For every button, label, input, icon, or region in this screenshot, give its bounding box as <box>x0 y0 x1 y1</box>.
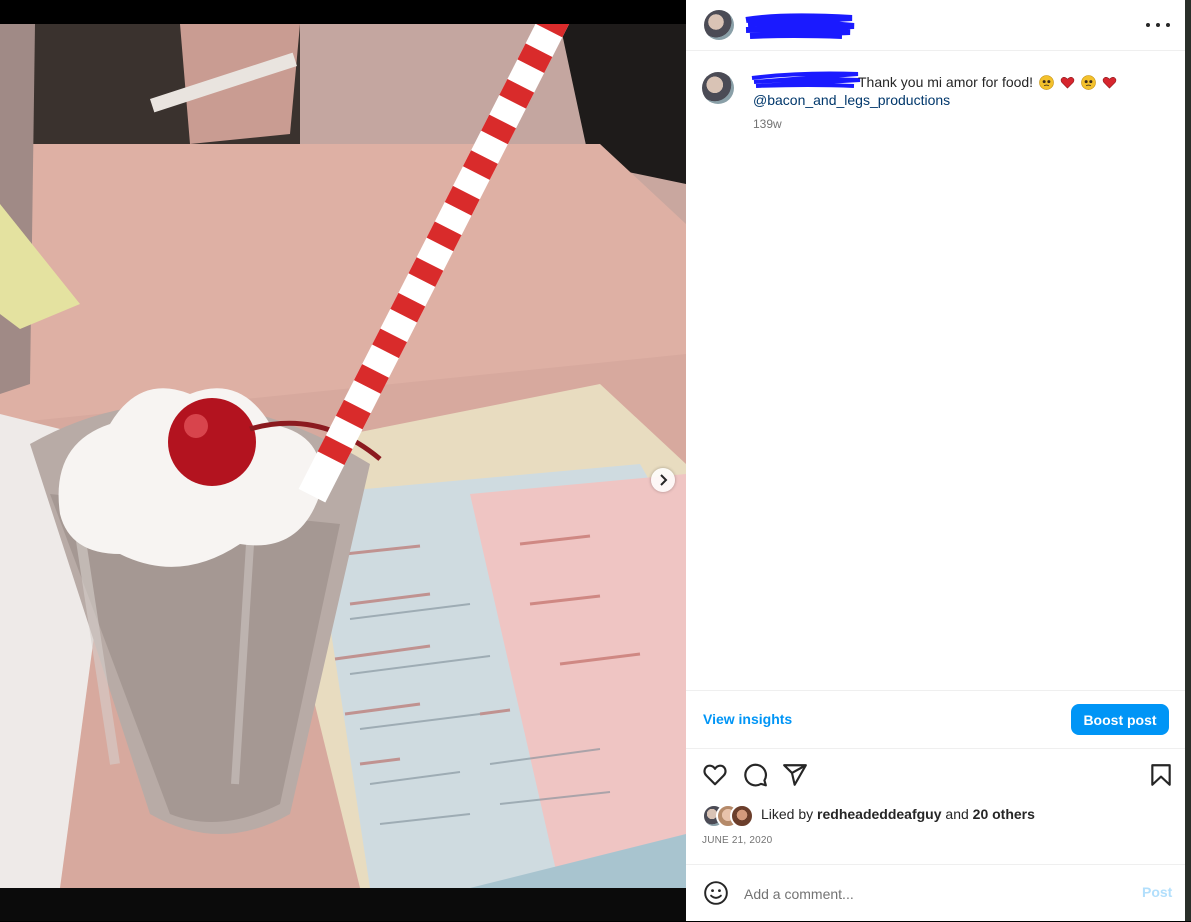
comment-icon[interactable] <box>742 762 768 788</box>
comment-bar: Post <box>686 864 1185 922</box>
insights-bar: View insights Boost post <box>686 690 1185 749</box>
liked-by-user-link[interactable]: redheadeddeafguy <box>817 806 941 822</box>
overlay-top-bar <box>0 0 686 24</box>
post-details-panel: Thank you mi amor for food! @bacon_and_l… <box>686 0 1185 921</box>
post-photo <box>0 24 686 888</box>
caption-text: Thank you mi amor for food! <box>858 74 1117 90</box>
view-insights-link[interactable]: View insights <box>703 711 792 727</box>
liked-by-avatars <box>702 802 756 828</box>
background-edge <box>1185 0 1191 921</box>
pleading-face-emoji-icon <box>1039 75 1054 90</box>
avatar[interactable] <box>730 804 754 828</box>
mention-link[interactable]: @bacon_and_legs_productions <box>753 92 950 108</box>
post-comment-button[interactable]: Post <box>1142 884 1172 900</box>
likes-middle: and <box>941 806 973 822</box>
redaction-scribble <box>745 13 855 39</box>
emoji-smile-icon[interactable] <box>703 880 729 906</box>
redaction-scribble <box>751 71 861 88</box>
next-photo-button[interactable] <box>651 468 675 492</box>
likes-summary: Liked by redheadeddeafguy and 20 others <box>702 802 1172 828</box>
send-icon[interactable] <box>782 762 808 788</box>
milkshake-image <box>0 24 686 888</box>
boost-post-button[interactable]: Boost post <box>1071 704 1169 735</box>
post-header <box>686 0 1185 51</box>
pleading-face-emoji-icon <box>1080 75 1096 90</box>
caption-message: Thank you mi amor for food! <box>858 74 1034 90</box>
heart-icon[interactable] <box>702 762 728 788</box>
post-date: JUNE 21, 2020 <box>702 835 773 846</box>
post-time-ago[interactable]: 139w <box>753 117 782 131</box>
chevron-right-icon <box>660 474 668 486</box>
post-actions <box>686 758 1185 790</box>
likes-others-link[interactable]: 20 others <box>973 806 1035 822</box>
bookmark-icon[interactable] <box>1148 762 1174 788</box>
likes-prefix: Liked by <box>761 806 818 822</box>
caption-author-avatar[interactable] <box>702 72 734 104</box>
author-avatar[interactable] <box>704 10 734 40</box>
likes-text: Liked by redheadeddeafguy and 20 others <box>761 806 1035 822</box>
overlay-bottom-bar <box>0 888 686 921</box>
heart-emoji-icon <box>1060 77 1075 89</box>
heart-emoji-icon <box>1102 77 1116 89</box>
comment-input[interactable] <box>742 882 1086 906</box>
more-options-icon[interactable] <box>1146 16 1170 34</box>
